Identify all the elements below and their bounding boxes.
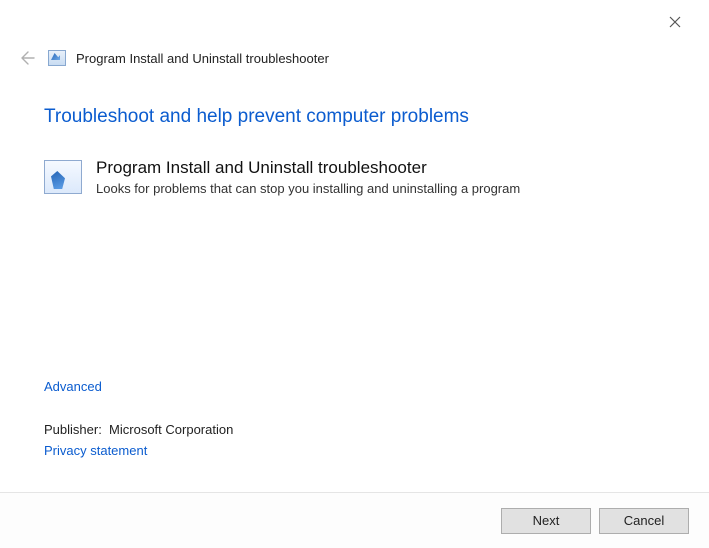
window-title: Program Install and Uninstall troublesho… [76,51,329,66]
troubleshooter-title: Program Install and Uninstall troublesho… [96,158,520,178]
privacy-link[interactable]: Privacy statement [44,443,147,458]
publisher-row: Publisher: Microsoft Corporation [44,422,544,437]
back-arrow-icon [17,49,35,67]
header-row: Program Install and Uninstall troublesho… [0,40,709,70]
troubleshooter-header-icon [48,50,66,66]
main-heading: Troubleshoot and help prevent computer p… [44,106,653,128]
publisher-value: Microsoft Corporation [109,422,233,437]
advanced-link[interactable]: Advanced [44,379,102,394]
back-button [14,46,38,70]
publisher-label: Publisher: [44,422,102,437]
footer-bar: Next Cancel [0,492,709,548]
close-button[interactable] [655,8,695,36]
title-bar [0,0,709,40]
troubleshooter-icon [44,160,82,194]
troubleshooter-description: Looks for problems that can stop you ins… [96,181,520,196]
troubleshooter-item: Program Install and Uninstall troublesho… [44,158,653,196]
close-icon [669,16,681,28]
cancel-button[interactable]: Cancel [599,508,689,534]
content-area: Troubleshoot and help prevent computer p… [0,70,709,196]
lower-section: Advanced Publisher: Microsoft Corporatio… [44,379,544,458]
next-button[interactable]: Next [501,508,591,534]
